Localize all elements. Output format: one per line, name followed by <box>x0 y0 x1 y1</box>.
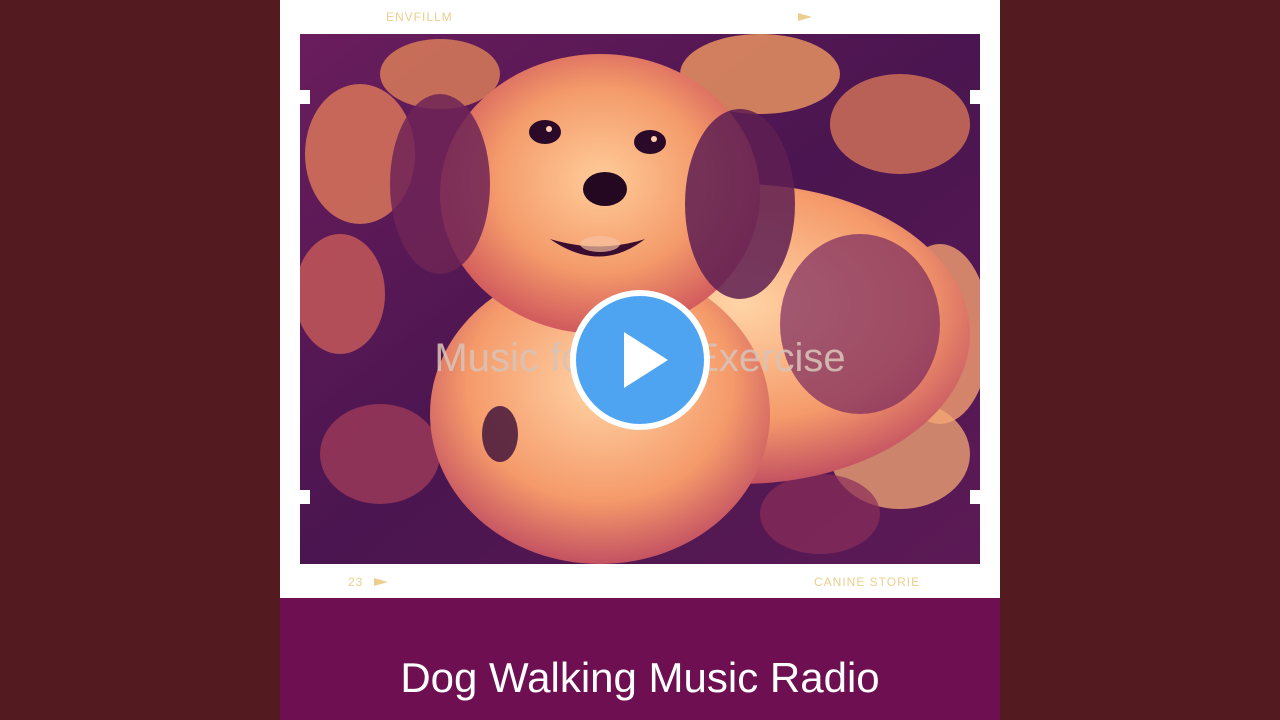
film-arrow-bottom <box>374 578 388 586</box>
film-notch <box>970 90 980 104</box>
play-icon <box>570 290 710 430</box>
frame-number-label: 23 <box>348 575 364 589</box>
film-brand-label: ENVFILLM <box>386 10 453 24</box>
film-notch <box>300 490 310 504</box>
film-stock-label: CANINE STORIE <box>814 575 921 589</box>
video-frame[interactable]: ENVFILLM Music Exercise 23 CANINE STORIE… <box>0 0 1280 720</box>
film-notch <box>970 490 980 504</box>
artist-name: Dog Walking Music Radio <box>400 654 880 701</box>
play-button[interactable] <box>568 288 712 432</box>
film-arrow-top <box>798 13 812 21</box>
film-notch <box>300 90 310 104</box>
